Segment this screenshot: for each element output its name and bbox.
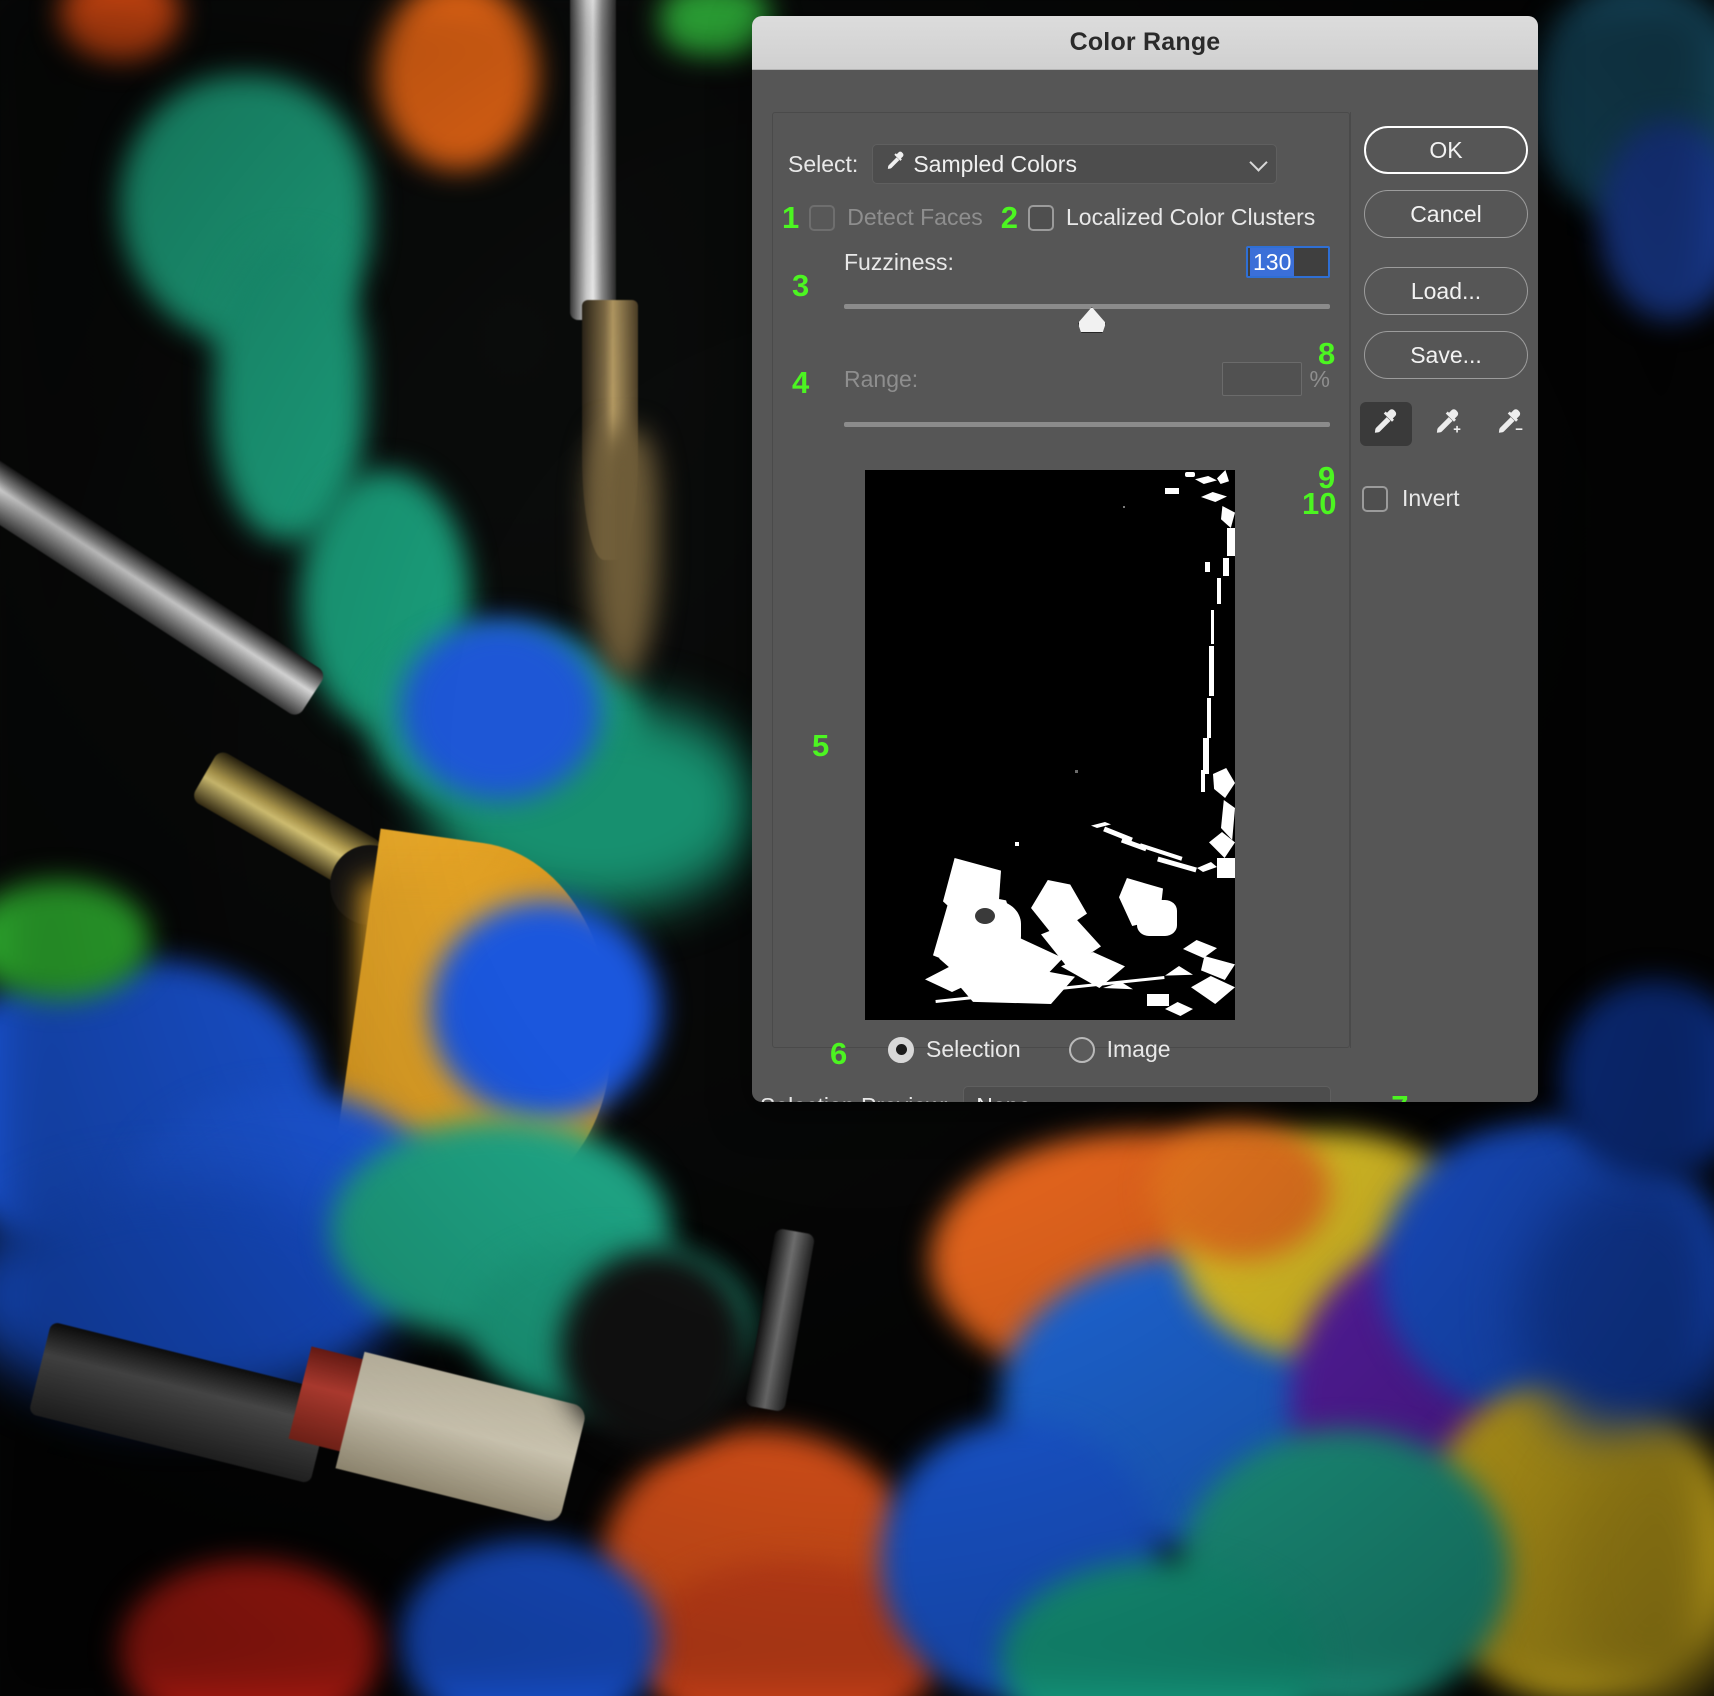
radio-selection[interactable]: Selection	[888, 1036, 1021, 1063]
detect-faces-group[interactable]: Detect Faces	[809, 204, 983, 231]
checkbox-row: 1 Detect Faces 2 Localized Color Cluster…	[782, 202, 1315, 233]
annotation-5: 5	[812, 728, 830, 763]
invert-checkbox[interactable]	[1362, 485, 1388, 512]
eyedropper-icon	[885, 150, 907, 178]
annotation-7: 7	[1391, 1091, 1408, 1103]
range-row: Range: %	[844, 362, 1330, 428]
localized-color-clusters-group[interactable]: Localized Color Clusters	[1028, 204, 1315, 231]
eyedropper-subtract-button[interactable]	[1484, 402, 1536, 446]
cancel-button[interactable]: Cancel	[1364, 190, 1528, 238]
fuzziness-row: Fuzziness: 130	[844, 246, 1330, 333]
eyedropper-button[interactable]	[1360, 402, 1412, 446]
selection-preview-thumbnail[interactable]	[865, 470, 1235, 1020]
annotation-1: 1	[782, 200, 800, 235]
annotation-10: 10	[1302, 486, 1337, 521]
detect-faces-label: Detect Faces	[847, 204, 983, 230]
annotation-3: 3	[792, 268, 810, 303]
annotation-2: 2	[1000, 200, 1018, 235]
localized-color-clusters-checkbox[interactable]	[1028, 204, 1054, 231]
selection-preview-label: Selection Preview:	[760, 1093, 949, 1103]
radio-image-label: Image	[1106, 1036, 1171, 1062]
eyedropper-add-button[interactable]	[1422, 402, 1474, 446]
selection-preview-value: None	[976, 1093, 1031, 1103]
ok-button-label: OK	[1429, 136, 1463, 163]
fuzziness-slider-track	[844, 304, 1330, 309]
chevron-down-icon	[1303, 1095, 1322, 1102]
radio-selection-label: Selection	[926, 1036, 1021, 1062]
preview-mode-radios: Selection Image	[888, 1036, 1171, 1063]
chevron-down-icon	[1249, 153, 1269, 172]
fuzziness-input[interactable]: 130	[1246, 246, 1330, 278]
fuzziness-value: 130	[1250, 248, 1295, 276]
range-input[interactable]	[1221, 362, 1302, 396]
annotation-8: 8	[1318, 336, 1336, 371]
range-slider[interactable]	[844, 422, 1330, 428]
annotation-6: 6	[830, 1036, 848, 1071]
radio-selection-control[interactable]	[888, 1036, 914, 1063]
radio-image[interactable]: Image	[1068, 1036, 1171, 1063]
select-value: Sampled Colors	[913, 150, 1077, 177]
selection-preview-dropdown[interactable]: None	[963, 1086, 1332, 1103]
cancel-button-label: Cancel	[1410, 200, 1482, 227]
eyedropper-icon	[1371, 407, 1401, 442]
select-row: Select: Sampled Colors	[788, 144, 1278, 184]
range-label: Range:	[844, 365, 919, 392]
localized-color-clusters-label: Localized Color Clusters	[1066, 204, 1316, 230]
color-range-dialog: Color Range Select: Sampled Colors 1 Det…	[752, 16, 1538, 1102]
column-divider	[1350, 112, 1351, 1048]
invert-group[interactable]: Invert	[1362, 485, 1460, 512]
eyedropper-subtract-icon	[1495, 407, 1525, 442]
select-label: Select:	[788, 150, 859, 177]
detect-faces-checkbox[interactable]	[809, 204, 836, 231]
page-title: Color Range	[1069, 28, 1221, 56]
save-button[interactable]: Save...	[1364, 331, 1528, 379]
range-slider-track	[844, 422, 1330, 427]
selection-preview-row: Selection Preview: None 7	[760, 1086, 1408, 1102]
fuzziness-label: Fuzziness:	[844, 248, 954, 275]
eyedropper-toolbar	[1360, 402, 1536, 446]
dialog-titlebar[interactable]: Color Range	[752, 16, 1538, 70]
load-button[interactable]: Load...	[1364, 267, 1528, 315]
eyedropper-add-icon	[1433, 407, 1463, 442]
invert-label: Invert	[1402, 485, 1460, 511]
ok-button[interactable]: OK	[1364, 126, 1528, 174]
fuzziness-slider[interactable]	[844, 304, 1330, 333]
load-button-label: Load...	[1410, 277, 1482, 304]
annotation-4: 4	[792, 365, 810, 400]
select-dropdown[interactable]: Sampled Colors	[872, 144, 1278, 184]
radio-image-control[interactable]	[1068, 1036, 1095, 1063]
save-button-label: Save...	[1410, 341, 1482, 368]
